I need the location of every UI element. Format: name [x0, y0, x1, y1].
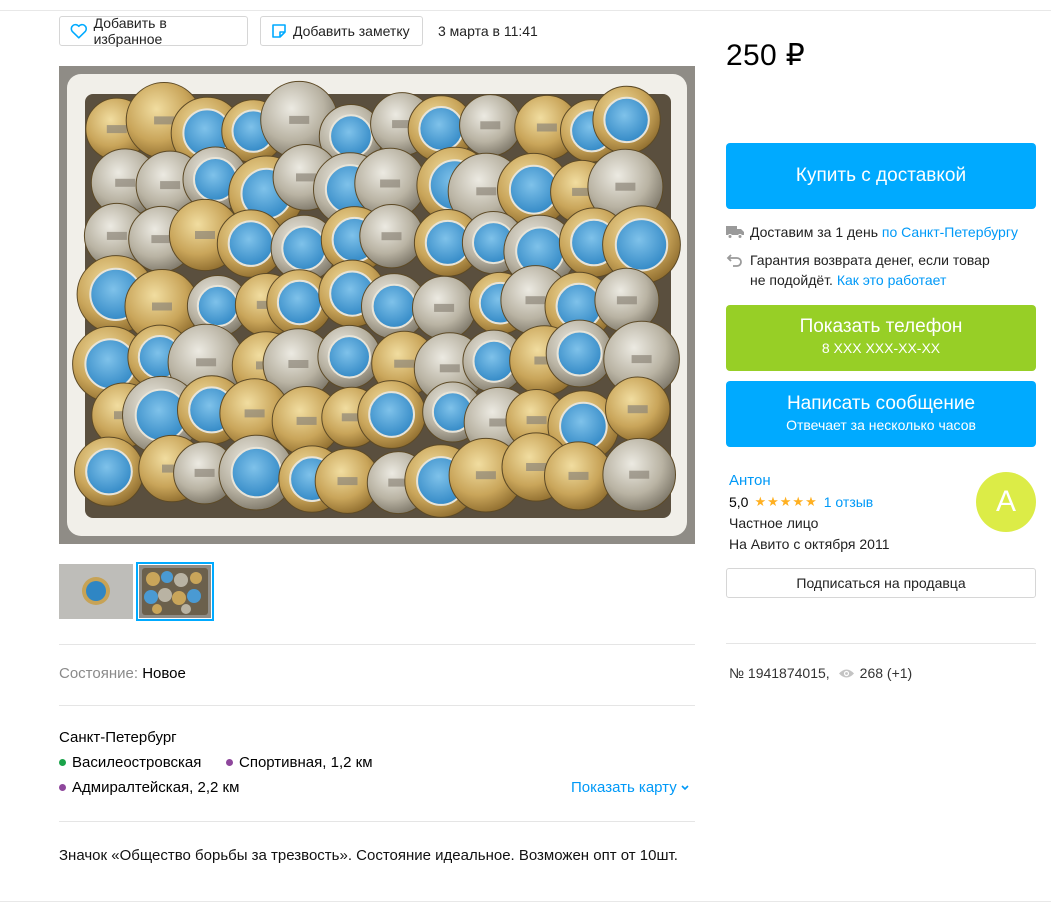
masked-phone-number: 8 XXX XXX-XX-XX: [821, 340, 941, 356]
ad-meta: № 1941874015, 268 (+1): [729, 665, 912, 681]
ad-number: № 1941874015,: [729, 665, 830, 681]
thumbnail-badges-box[interactable]: [136, 562, 214, 621]
seller-type: Частное лицо: [729, 515, 819, 531]
buy-with-delivery-label: Купить с доставкой: [795, 165, 967, 186]
show-phone-label: Показать телефон: [799, 316, 963, 337]
delivery-text: Доставим за 1 день: [750, 224, 878, 240]
add-to-favorites-label: Добавить в избранное: [93, 15, 167, 47]
seller-since: На Авито с октября 2011: [729, 536, 890, 552]
thumbnail-image: [139, 565, 211, 618]
eye-icon: [838, 669, 854, 677]
view-count: 268 (+1): [859, 665, 913, 681]
chevron-down-icon: [681, 784, 689, 790]
metro-station: Василеостровская: [59, 754, 201, 771]
subscribe-label: Подписаться на продавца: [796, 575, 966, 591]
price: 250 ₽: [726, 39, 805, 72]
city: Санкт-Петербург: [59, 729, 177, 746]
seller-name-link[interactable]: Антон: [729, 472, 771, 489]
listing-description: Значок «Общество борьбы за трезвость». С…: [59, 847, 678, 864]
show-phone-button[interactable]: Показать телефон 8 XXX XXX-XX-XX: [726, 305, 1036, 371]
response-time-note: Отвечает за несколько часов: [786, 417, 976, 433]
truck-icon: [726, 226, 744, 239]
note-icon: [272, 24, 286, 38]
thumbnail-image: [59, 564, 133, 619]
metro-station-name: Спортивная, 1,2 км: [239, 754, 373, 771]
metro-station-name: Адмиралтейская, 2,2 км: [72, 779, 240, 796]
delivery-info: Доставим за 1 день по Санкт-Петербургу: [726, 222, 1018, 242]
listing-main-photo[interactable]: [59, 66, 695, 544]
heart-icon: [70, 23, 87, 39]
condition: Состояние: Новое: [59, 665, 186, 682]
badges-photo-illustration: [59, 66, 695, 544]
buy-with-delivery-button[interactable]: Купить с доставкой: [726, 143, 1036, 209]
write-message-button[interactable]: Написать сообщение Отвечает за несколько…: [726, 381, 1036, 447]
metro-station-name: Василеостровская: [72, 754, 202, 771]
seller-avatar[interactable]: А: [976, 472, 1036, 532]
posted-date: 3 марта в 11:41: [438, 23, 538, 39]
condition-label: Состояние:: [59, 665, 139, 682]
metro-line-dot: [226, 759, 233, 766]
add-to-favorites-button[interactable]: Добавить в избранное: [59, 15, 248, 47]
divider: [59, 705, 695, 706]
avatar-letter: А: [995, 485, 1016, 518]
thumbnail-single-badge[interactable]: [59, 564, 133, 619]
rating-value: 5,0: [729, 494, 749, 510]
refund-guarantee-info: Гарантия возврата денег, если товар не п…: [726, 250, 990, 290]
condition-value: Новое: [142, 665, 186, 682]
how-it-works-link[interactable]: Как это работает: [837, 272, 947, 288]
rating-stars-icon: ★★★★★: [754, 494, 818, 509]
divider: [59, 821, 695, 822]
delivery-city-link[interactable]: по Санкт-Петербургу: [882, 224, 1018, 240]
add-note-button[interactable]: Добавить заметку: [260, 16, 423, 46]
metro-line-dot: [59, 784, 66, 791]
write-message-label: Написать сообщение: [786, 393, 976, 414]
return-arrow-icon: [726, 254, 742, 267]
divider: [59, 644, 695, 645]
guarantee-text-line1: Гарантия возврата денег, если товар: [750, 252, 990, 268]
add-note-label: Добавить заметку: [293, 23, 410, 39]
metro-station: Спортивная, 1,2 км: [226, 754, 373, 771]
bottom-divider: [0, 901, 1051, 902]
metro-line-dot: [59, 759, 66, 766]
show-map-link[interactable]: Показать карту: [571, 779, 690, 796]
subscribe-to-seller-button[interactable]: Подписаться на продавца: [726, 568, 1036, 598]
show-map-label: Показать карту: [571, 779, 677, 796]
guarantee-text-line2: не подойдёт.: [750, 272, 833, 288]
reviews-link[interactable]: 1 отзыв: [824, 494, 874, 510]
top-divider: [0, 10, 1051, 11]
metro-station: Адмиралтейская, 2,2 км: [59, 779, 239, 796]
seller-rating: 5,0 ★★★★★ 1 отзыв: [729, 494, 873, 510]
divider: [726, 643, 1036, 644]
